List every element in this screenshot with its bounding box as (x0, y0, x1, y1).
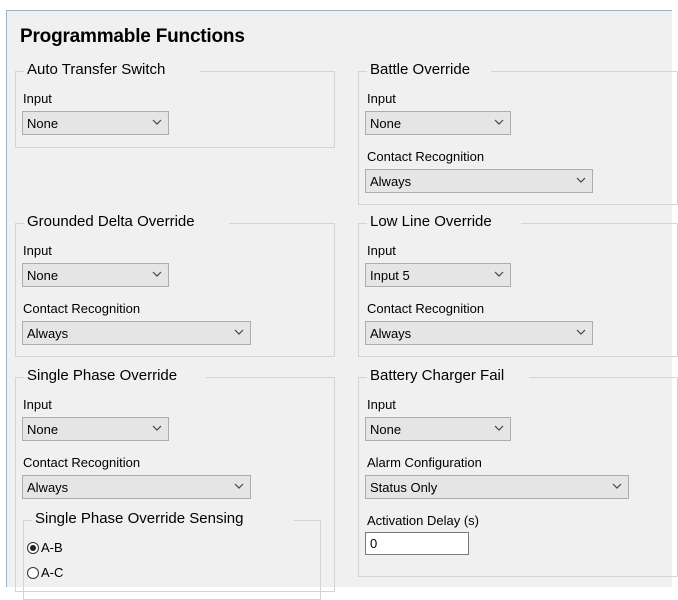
group-title: Battery Charger Fail (368, 367, 507, 384)
llo-input-label: Input (367, 243, 396, 258)
group-title: Low Line Override (368, 213, 494, 230)
spo-input-label: Input (23, 397, 52, 412)
gdo-input-label: Input (23, 243, 52, 258)
battle-contact-label: Contact Recognition (367, 149, 485, 164)
group-title: Single Phase Override (25, 367, 180, 384)
single-phase-override-sensing-group: Single Phase Override Sensing (23, 510, 321, 600)
auto-transfer-switch-group: Auto Transfer Switch (15, 61, 335, 148)
bcf-delay-label: Activation Delay (s) (367, 513, 479, 528)
llo-contact-label: Contact Recognition (367, 301, 485, 316)
chevron-down-icon (234, 329, 244, 335)
ats-input-label: Input (23, 91, 52, 106)
bcf-input-select[interactable]: None (365, 417, 511, 441)
activation-delay-input[interactable]: 0 (365, 532, 469, 555)
chevron-down-icon (576, 329, 586, 335)
chevron-down-icon (152, 119, 162, 125)
sensing-radio-a-b[interactable]: A-B (27, 540, 63, 555)
chevron-down-icon (152, 425, 162, 431)
group-title: Grounded Delta Override (25, 213, 197, 230)
spo-contact-select[interactable]: Always (22, 475, 251, 499)
group-title: Single Phase Override Sensing (33, 510, 246, 527)
battle-contact-select[interactable]: Always (365, 169, 593, 193)
battle-input-label: Input (367, 91, 396, 106)
gdo-input-select[interactable]: None (22, 263, 169, 287)
chevron-down-icon (234, 483, 244, 489)
ats-input-select[interactable]: None (22, 111, 169, 135)
chevron-down-icon (494, 425, 504, 431)
radio-selected-icon (27, 542, 39, 554)
radio-unselected-icon (27, 567, 39, 579)
page-title: Programmable Functions (20, 26, 245, 47)
llo-input-select[interactable]: Input 5 (365, 263, 511, 287)
group-title: Battle Override (368, 61, 473, 78)
gdo-contact-label: Contact Recognition (23, 301, 141, 316)
chevron-down-icon (576, 177, 586, 183)
gdo-contact-select[interactable]: Always (22, 321, 251, 345)
group-title: Auto Transfer Switch (25, 61, 168, 78)
bcf-input-label: Input (367, 397, 396, 412)
chevron-down-icon (152, 271, 162, 277)
sensing-radio-a-c[interactable]: A-C (27, 565, 63, 580)
bcf-alarm-select[interactable]: Status Only (365, 475, 629, 499)
chevron-down-icon (494, 119, 504, 125)
spo-input-select[interactable]: None (22, 417, 169, 441)
bcf-alarm-label: Alarm Configuration (367, 455, 482, 470)
battle-input-select[interactable]: None (365, 111, 511, 135)
chevron-down-icon (612, 483, 622, 489)
spo-contact-label: Contact Recognition (23, 455, 141, 470)
chevron-down-icon (494, 271, 504, 277)
llo-contact-select[interactable]: Always (365, 321, 593, 345)
